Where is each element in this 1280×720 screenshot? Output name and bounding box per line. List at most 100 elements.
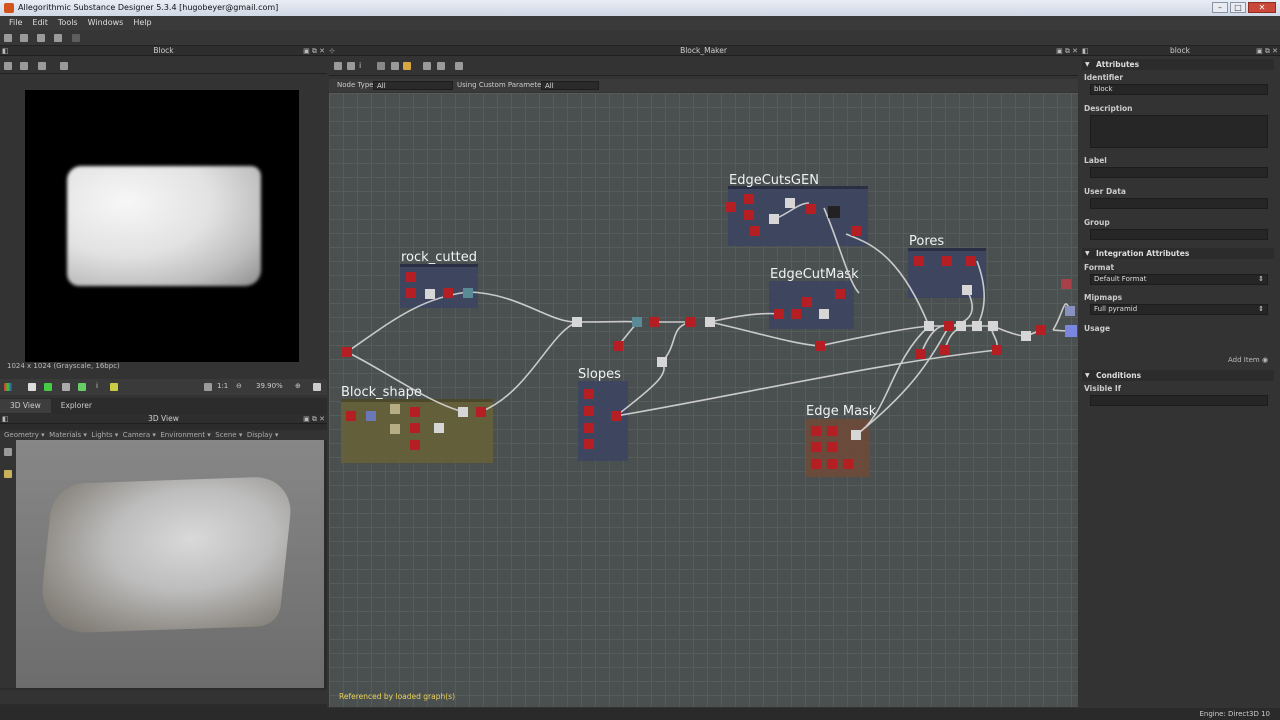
menu-help[interactable]: Help [128, 16, 156, 30]
graph-node[interactable] [806, 204, 816, 214]
graph-node[interactable] [811, 459, 821, 469]
histogram-icon[interactable] [110, 383, 118, 391]
frame-pores[interactable] [908, 248, 986, 298]
graph-node[interactable] [791, 309, 801, 319]
menu-file[interactable]: File [4, 16, 27, 30]
grid-icon[interactable] [62, 383, 70, 391]
section-attributes[interactable]: Attributes [1082, 59, 1274, 70]
graph-node[interactable] [410, 440, 420, 450]
graph-node[interactable] [1021, 331, 1031, 341]
graph-node[interactable] [966, 256, 976, 266]
3d-menu-environment[interactable]: Environment ▾ [160, 431, 210, 439]
graph-node[interactable] [750, 226, 760, 236]
3d-menu-scene[interactable]: Scene ▾ [215, 431, 242, 439]
graph-canvas[interactable]: rock_cutted Block_shape Slopes EdgeCutsG… [329, 93, 1078, 707]
graph-node[interactable] [827, 442, 837, 452]
graph-node[interactable] [819, 309, 829, 319]
menu-windows[interactable]: Windows [83, 16, 129, 30]
3d-menu-display[interactable]: Display ▾ [247, 431, 279, 439]
align-icon[interactable] [391, 62, 399, 70]
tab-3d-view[interactable]: 3D View [0, 399, 51, 413]
timer-icon[interactable] [437, 62, 445, 70]
graph-node[interactable] [584, 423, 594, 433]
frame-rock-cutted[interactable] [400, 264, 478, 308]
add-item-button[interactable]: Add Item ◉ [1228, 356, 1268, 364]
graph-node[interactable] [992, 345, 1002, 355]
graph-node[interactable] [443, 288, 453, 298]
redo-icon[interactable] [72, 34, 80, 42]
format-select[interactable]: Default Format ⇕ [1090, 274, 1268, 285]
green-channel-icon[interactable] [44, 383, 52, 391]
fit-icon[interactable] [204, 383, 212, 391]
alpha-icon[interactable] [28, 383, 36, 391]
graph-node[interactable] [972, 321, 982, 331]
image-icon[interactable] [60, 62, 68, 70]
open-icon[interactable] [20, 34, 28, 42]
undo-icon[interactable] [54, 34, 62, 42]
save-icon[interactable] [37, 34, 45, 42]
panel-dock-icons[interactable]: ▣ ⧉ ✕ [1256, 46, 1278, 56]
graph-node[interactable] [726, 202, 736, 212]
graph-node[interactable] [476, 407, 486, 417]
zoom-out-icon[interactable]: ⊖ [236, 382, 242, 390]
layout-icon[interactable] [423, 62, 431, 70]
panel-dock-icons[interactable]: ▣ ⧉ ✕ [1056, 46, 1078, 56]
3d-viewport[interactable] [16, 440, 324, 688]
panel-dock-icons[interactable]: ▣ ⧉ ✕ [303, 414, 325, 424]
graph-node[interactable] [705, 317, 715, 327]
graph-node[interactable] [851, 430, 861, 440]
graph-node[interactable] [744, 210, 754, 220]
graph-svg[interactable]: rock_cutted Block_shape Slopes EdgeCutsG… [329, 93, 1078, 707]
graph-node[interactable] [843, 459, 853, 469]
graph-node[interactable] [828, 206, 840, 218]
graph-node[interactable] [774, 309, 784, 319]
graph-node[interactable] [1065, 306, 1075, 316]
3d-menu-geometry[interactable]: Geometry ▾ [4, 431, 45, 439]
settings-icon[interactable] [313, 383, 321, 391]
section-conditions[interactable]: Conditions [1082, 370, 1274, 381]
move-icon[interactable] [38, 62, 46, 70]
graph-node[interactable] [924, 321, 934, 331]
graph-node[interactable] [463, 288, 473, 298]
graph-node[interactable] [366, 411, 376, 421]
graph-node[interactable] [851, 226, 861, 236]
graph-node[interactable] [342, 347, 352, 357]
graph-node[interactable] [410, 423, 420, 433]
tile-icon[interactable] [20, 62, 28, 70]
userdata-field[interactable] [1090, 198, 1268, 209]
label-field[interactable] [1090, 167, 1268, 178]
graph-node[interactable] [827, 426, 837, 436]
graph-node[interactable] [785, 198, 795, 208]
rgb-channel-icon[interactable] [4, 383, 12, 391]
graph-node[interactable] [811, 442, 821, 452]
tab-explorer[interactable]: Explorer [51, 399, 102, 413]
node-type-select[interactable]: All [373, 81, 453, 90]
graph-node[interactable] [769, 214, 779, 224]
3d-menu-camera[interactable]: Camera ▾ [123, 431, 156, 439]
close-button[interactable]: ✕ [1248, 2, 1276, 13]
graph-node[interactable] [685, 317, 695, 327]
ratio-label[interactable]: 1:1 [217, 382, 228, 390]
group-field[interactable] [1090, 229, 1268, 240]
graph-node[interactable] [346, 411, 356, 421]
graph-node[interactable] [942, 256, 952, 266]
graph-node[interactable] [406, 288, 416, 298]
graph-node[interactable] [940, 345, 950, 355]
graph-node[interactable] [584, 406, 594, 416]
light-icon[interactable] [4, 470, 12, 478]
menu-tools[interactable]: Tools [53, 16, 83, 30]
graph-node[interactable] [944, 321, 954, 331]
graph-node[interactable] [390, 404, 400, 414]
graph-node[interactable] [802, 297, 812, 307]
graph-node[interactable] [962, 285, 972, 295]
description-field[interactable] [1090, 115, 1268, 148]
pin-icon[interactable] [403, 62, 411, 70]
ratio-icon[interactable] [347, 62, 355, 70]
graph-node[interactable] [611, 411, 621, 421]
camera-icon[interactable] [4, 448, 12, 456]
graph-node[interactable] [434, 423, 444, 433]
comment-icon[interactable] [377, 62, 385, 70]
graph-node[interactable] [613, 341, 623, 351]
maximize-button[interactable]: □ [1230, 2, 1246, 13]
custom-params-select[interactable]: All [541, 81, 599, 90]
